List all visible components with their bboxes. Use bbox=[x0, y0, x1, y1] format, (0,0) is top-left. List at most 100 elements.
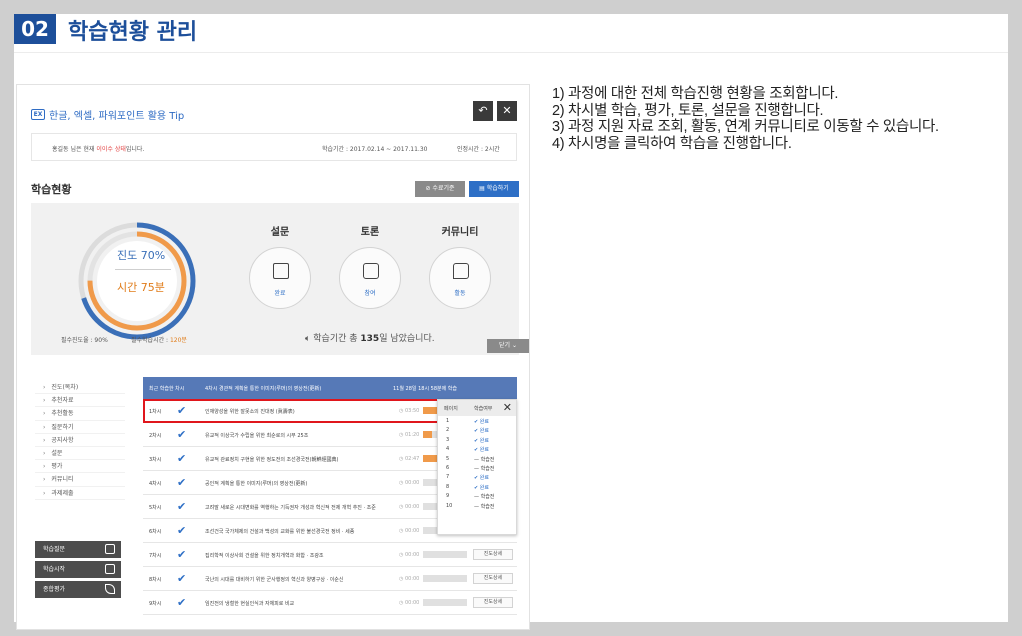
lesson-number: 9차시 bbox=[149, 601, 162, 607]
instruction-4: 4) 차시명을 클릭하여 학습을 진행합니다. bbox=[552, 135, 792, 152]
study-time: ◷ 01:20 bbox=[399, 432, 420, 438]
last-study-date: 11월 28일 18시 58분에 학습 bbox=[393, 386, 458, 392]
page-number: 5 bbox=[446, 455, 450, 462]
sidebar-item[interactable]: 질문하기 bbox=[35, 421, 125, 434]
popup-close-icon[interactable]: ✕ bbox=[503, 401, 512, 414]
page-number: 4 bbox=[446, 446, 450, 453]
check-icon: ✔ bbox=[177, 428, 187, 441]
check-icon: ✔ bbox=[177, 524, 187, 537]
table-row[interactable]: 7차시 ✔ 집리학적 이상사회 건설을 위한 정치개혁과 화합 · 조광조 ◷ 00:… bbox=[143, 543, 517, 567]
community-caption: 활동 bbox=[454, 290, 466, 297]
guide-page: 02 학습현황 관리 EX 한글, 엑셀, 파워포인트 활용 Tip ↶ ✕ 홍… bbox=[14, 14, 1008, 630]
lesson-name-link[interactable]: 인재양성을 위한 잘못소의 진대정 (眞壽表) bbox=[205, 408, 401, 415]
lesson-name-link[interactable]: 국난의 시대를 대비하기 위한 군사행정의 혁신과 양병구상 · 이순신 bbox=[205, 576, 401, 583]
community-button[interactable]: 활동 bbox=[429, 247, 491, 309]
table-row[interactable]: 8차시 ✔ 국난의 시대를 대비하기 위한 군사행정의 혁신과 양병구상 · 이순신… bbox=[143, 567, 517, 591]
popup-row: 5 — 학습전 bbox=[438, 454, 516, 463]
popup-row: 8 ✔ 완료 bbox=[438, 482, 516, 491]
progress-detail-button[interactable]: 진도상세 bbox=[473, 597, 513, 608]
study-time: ◷ 00:00 bbox=[399, 480, 420, 486]
lesson-name-link[interactable]: 유교적 이상국가 수립을 위한 최순로의 시무 25조 bbox=[205, 432, 401, 439]
survey-icon bbox=[273, 263, 289, 279]
sidebar-item[interactable]: 진도(목차) bbox=[35, 381, 125, 395]
side-button-question[interactable]: 학습질문 bbox=[35, 541, 121, 558]
lesson-name-link[interactable]: 조선건국 국가체제의 건설과 백성의 교화를 위한 불선경국전 정비 · 세종 bbox=[205, 528, 401, 535]
progress-bar bbox=[423, 551, 467, 558]
study-time: ◷ 00:00 bbox=[399, 600, 420, 606]
progress-detail-button[interactable]: 진도상세 bbox=[473, 573, 513, 584]
study-time: ◷ 02:47 bbox=[399, 456, 420, 462]
page-number: 1 bbox=[446, 418, 450, 424]
collapse-button[interactable]: 닫기 ⌄ bbox=[487, 339, 529, 353]
sidebar-item[interactable]: 커뮤니티 bbox=[35, 473, 125, 487]
popup-row: 10 — 학습전 bbox=[438, 501, 516, 510]
popup-row: 3 ✔ 완료 bbox=[438, 435, 516, 444]
popup-row: 9 — 학습전 bbox=[438, 491, 516, 500]
study-time: ◷ 00:00 bbox=[399, 504, 420, 510]
sidebar-item[interactable]: 평가 bbox=[35, 460, 125, 474]
survey-button[interactable]: 완료 bbox=[249, 247, 311, 309]
study-period: 학습기간 : 2017.02.14 ~ 2017.11.30 bbox=[322, 146, 428, 153]
recent-lesson-label: 최근 학습한 차시 bbox=[149, 386, 185, 392]
popup-row: 1 ✔ 완료 bbox=[438, 416, 516, 425]
page-status: ✔ 완료 bbox=[474, 447, 489, 454]
check-icon: ✔ bbox=[177, 476, 187, 489]
side-button-evaluation[interactable]: 종합평가 bbox=[35, 581, 121, 598]
course-header: EX 한글, 엑셀, 파워포인트 활용 Tip ↶ ✕ bbox=[31, 101, 517, 133]
check-icon: ✔ bbox=[177, 548, 187, 561]
page-number: 10 bbox=[446, 502, 453, 509]
instruction-list: 1) 과정에 대한 전체 학습진행 현황을 조회합니다. 2) 차시별 학습, … bbox=[552, 86, 1008, 152]
discussion-icon bbox=[363, 263, 379, 279]
page-status: — 학습전 bbox=[474, 494, 495, 501]
lesson-number: 5차시 bbox=[149, 505, 162, 511]
page-status: — 학습전 bbox=[474, 503, 495, 510]
sidebar-item[interactable]: 추천활동 bbox=[35, 407, 125, 421]
page-number: 3 bbox=[446, 436, 450, 443]
lesson-number: 1차시 bbox=[149, 409, 162, 415]
study-button[interactable]: ▤ 학습하기 bbox=[469, 181, 519, 197]
gauge-divider bbox=[115, 269, 171, 270]
lesson-name-link[interactable]: 유교적 관료정치 구현을 위한 정도전의 조선경국전(朝鮮經國典) bbox=[205, 456, 401, 463]
sidebar-item[interactable]: 과제제출 bbox=[35, 487, 125, 500]
lesson-name-link[interactable]: 고려말 새로운 시대변화를 역행하는 기득권자 개성과 혁신적 전제 개혁 추진… bbox=[205, 504, 401, 511]
status-summary: 진도 70% 시간 75분 필수진도율 : 90% 필수학습시간 : 120분 … bbox=[31, 203, 529, 355]
required-progress: 필수진도율 : 90% bbox=[61, 337, 108, 344]
sidebar-item[interactable]: 공지사항 bbox=[35, 434, 125, 447]
current-lesson: 4차시 경관적 계획을 통한 이미지(루머)의 영상전(更新) bbox=[205, 386, 322, 392]
lesson-name-link[interactable]: 집리학적 이상사회 건설을 위한 정치개혁과 화합 · 조광조 bbox=[205, 552, 401, 559]
page-status: — 학습전 bbox=[474, 456, 495, 463]
community-label: 커뮤니티 bbox=[441, 227, 479, 238]
discussion-button[interactable]: 참여 bbox=[339, 247, 401, 309]
lesson-name-link[interactable]: 공인적 계획을 통한 이미지(루머)의 영상전(更新) bbox=[205, 480, 401, 487]
check-icon: ✔ bbox=[177, 596, 187, 609]
page-status: ✔ 완료 bbox=[474, 428, 489, 435]
section-number-badge: 02 bbox=[14, 14, 56, 44]
progress-detail-button[interactable]: 진도상세 bbox=[473, 549, 513, 560]
lesson-number: 3차시 bbox=[149, 457, 162, 463]
close-icon[interactable]: ✕ bbox=[497, 101, 517, 121]
table-row[interactable]: 9차시 ✔ 임진전의 냉철한 현실인식과 자체피로 비교 ◷ 00:00 진도상세 bbox=[143, 591, 517, 615]
course-icon: EX bbox=[31, 109, 45, 120]
back-icon[interactable]: ↶ bbox=[473, 101, 493, 121]
check-icon: ✔ bbox=[177, 404, 187, 417]
popup-col-status: 학습여부 bbox=[474, 406, 493, 412]
check-icon: ✔ bbox=[177, 572, 187, 585]
sidebar-item[interactable]: 설문 bbox=[35, 447, 125, 461]
check-box-icon bbox=[105, 544, 115, 554]
page-status: ✔ 완료 bbox=[474, 419, 489, 425]
lesson-number: 7차시 bbox=[149, 553, 162, 559]
side-button-start[interactable]: 학습시작 bbox=[35, 561, 121, 578]
time-value: 시간 75분 bbox=[117, 281, 165, 294]
recognized-hours: 인정시간 : 2시간 bbox=[457, 146, 500, 153]
popup-row: 2 ✔ 완료 bbox=[438, 425, 516, 434]
completion-criteria-button[interactable]: ⊘ 수료기준 bbox=[415, 181, 465, 197]
sidebar-item[interactable]: 추천자료 bbox=[35, 394, 125, 408]
discussion-caption: 참여 bbox=[364, 290, 376, 297]
page-progress-popup: 페이지 학습여부 ✕ 1 ✔ 완료 2 ✔ 완료 3 ✔ 완료 4 ✔ 완료 5 — 학습전 6 — … bbox=[437, 399, 517, 535]
remaining-days-note: 🔈︎ 학습기간 총 135일 남았습니다. bbox=[305, 334, 435, 344]
table-header: 최근 학습한 차시 4차시 경관적 계획을 통한 이미지(루머)의 영상전(更新… bbox=[143, 377, 517, 399]
course-info-bar: 홍길동 님은 현재 이이수 상태입니다. 학습기간 : 2017.02.14 ~… bbox=[31, 133, 517, 161]
page-status: — 학습전 bbox=[474, 465, 495, 472]
page-number: 2 bbox=[446, 427, 450, 434]
lesson-name-link[interactable]: 임진전의 냉철한 현실인식과 자체피로 비교 bbox=[205, 600, 401, 607]
